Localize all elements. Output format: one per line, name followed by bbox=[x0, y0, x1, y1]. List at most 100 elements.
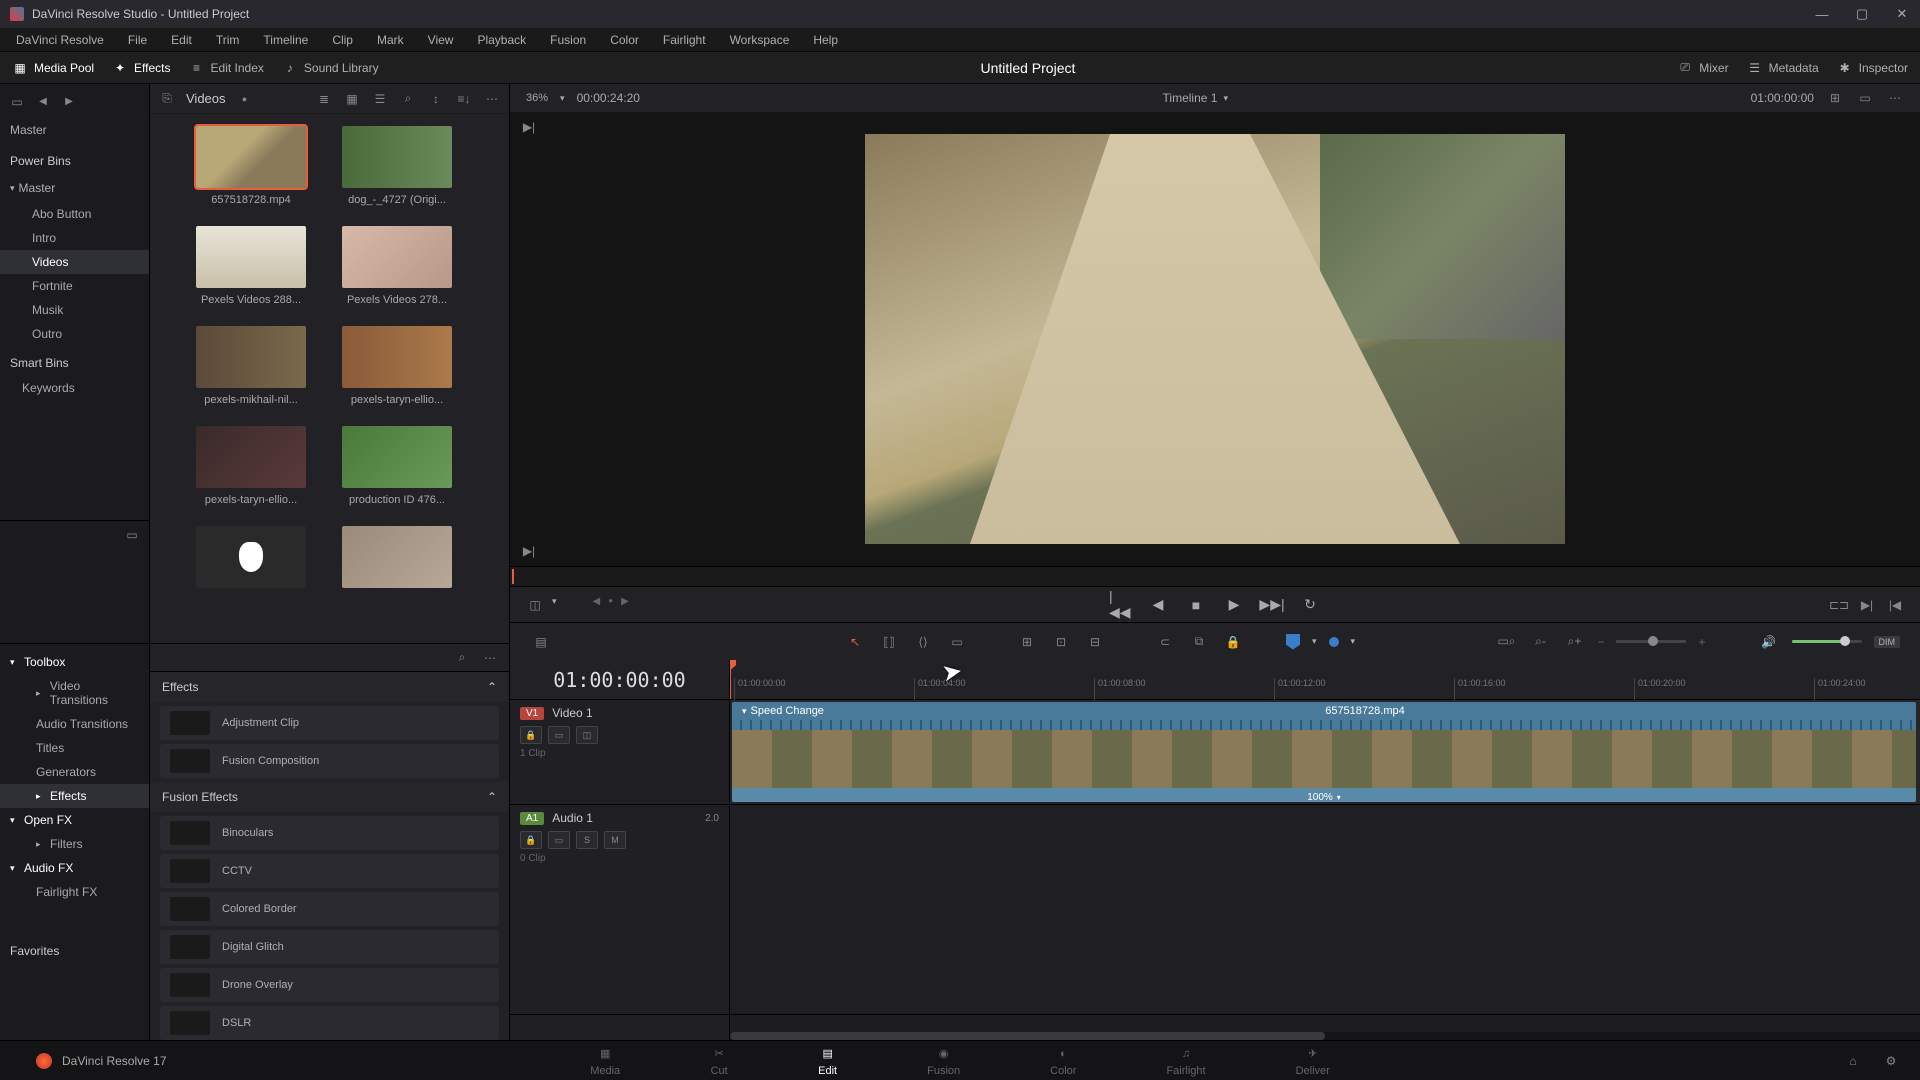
page-fusion[interactable]: ◉Fusion bbox=[927, 1045, 960, 1077]
menu-playback[interactable]: Playback bbox=[467, 31, 536, 49]
bin-options[interactable]: ● bbox=[236, 90, 254, 108]
flag-dropdown-icon[interactable]: ▾ bbox=[1312, 636, 1317, 647]
effect-item[interactable]: Digital Glitch bbox=[160, 930, 499, 964]
fx-titles[interactable]: Titles bbox=[0, 736, 149, 760]
effect-item[interactable]: Colored Border bbox=[160, 892, 499, 926]
viewer-scrubber[interactable] bbox=[510, 566, 1920, 586]
page-edit[interactable]: ▤Edit bbox=[818, 1045, 837, 1077]
viewer-opt1-icon[interactable]: ⊞ bbox=[1826, 89, 1844, 107]
loop-button[interactable]: ↻ bbox=[1299, 594, 1321, 616]
first-frame-button[interactable]: |◀◀ bbox=[1109, 594, 1131, 616]
a1-auto-select-button[interactable]: ▭ bbox=[548, 831, 570, 849]
dim-button[interactable]: DIM bbox=[1874, 636, 1901, 648]
fx-section-effects[interactable]: Effects⌃ bbox=[150, 672, 509, 702]
page-color[interactable]: ◐Color bbox=[1050, 1045, 1076, 1077]
filter-icon[interactable]: ≡↓ bbox=[455, 90, 473, 108]
page-cut[interactable]: ✂Cut bbox=[710, 1045, 728, 1077]
nav-next-edit-icon[interactable]: ▶ bbox=[621, 596, 629, 614]
effects-toggle[interactable]: ✦Effects bbox=[112, 60, 170, 76]
menu-trim[interactable]: Trim bbox=[206, 31, 250, 49]
menu-view[interactable]: View bbox=[418, 31, 464, 49]
fx-options-icon[interactable]: ⋯ bbox=[481, 649, 499, 667]
bin-item-videos[interactable]: Videos bbox=[0, 250, 149, 274]
viewer-opt2-icon[interactable]: ▭ bbox=[1856, 89, 1874, 107]
sort-icon[interactable]: ↕ bbox=[427, 90, 445, 108]
audio-track-header[interactable]: A1 Audio 1 2.0 🔒 ▭ S M 0 Clip bbox=[510, 805, 729, 1015]
thumb-view-icon[interactable]: ▦ bbox=[343, 90, 361, 108]
media-clip[interactable]: pexels-mikhail-nil... bbox=[196, 326, 306, 406]
bin-item-abo[interactable]: Abo Button bbox=[0, 202, 149, 226]
lock-tool[interactable]: 🔒 bbox=[1222, 631, 1244, 653]
viewer[interactable]: ▶| ▶| bbox=[510, 112, 1920, 566]
nav-prev-edit-icon[interactable]: ◀ bbox=[593, 596, 601, 614]
media-clip[interactable]: Pexels Videos 288... bbox=[196, 226, 306, 306]
goto-in-icon[interactable]: ▶| bbox=[1858, 596, 1876, 614]
bin-view-collapse[interactable]: ▭ bbox=[123, 526, 141, 544]
list-view-icon[interactable]: ≣ bbox=[315, 90, 333, 108]
metadata-toggle[interactable]: ☰Metadata bbox=[1747, 60, 1819, 76]
page-deliver[interactable]: ✈Deliver bbox=[1296, 1045, 1330, 1077]
media-clip[interactable] bbox=[196, 526, 306, 594]
menu-mark[interactable]: Mark bbox=[367, 31, 414, 49]
sound-library-toggle[interactable]: ♪Sound Library bbox=[282, 60, 379, 76]
power-master[interactable]: ▾Master bbox=[0, 174, 149, 202]
menu-fusion[interactable]: Fusion bbox=[540, 31, 596, 49]
bin-item-intro[interactable]: Intro bbox=[0, 226, 149, 250]
menu-workspace[interactable]: Workspace bbox=[720, 31, 800, 49]
volume-slider[interactable] bbox=[1792, 640, 1862, 643]
bin-item-outro[interactable]: Outro bbox=[0, 322, 149, 346]
bin-item-keywords[interactable]: Keywords bbox=[0, 376, 149, 400]
effect-item[interactable]: Drone Overlay bbox=[160, 968, 499, 1002]
timeline-ruler[interactable]: 01:00:00:0001:00:04:0001:00:08:0001:00:1… bbox=[730, 660, 1920, 700]
menu-timeline[interactable]: Timeline bbox=[253, 31, 318, 49]
crop-dropdown-icon[interactable]: ▾ bbox=[552, 596, 557, 614]
page-media[interactable]: ▦Media bbox=[590, 1045, 620, 1077]
fx-toolbox[interactable]: ▾Toolbox bbox=[0, 650, 149, 674]
fx-section-fusion[interactable]: Fusion Effects⌃ bbox=[150, 782, 509, 812]
media-clip[interactable] bbox=[342, 526, 452, 594]
effect-item[interactable]: Adjustment Clip bbox=[160, 706, 499, 740]
match-frame-icon[interactable]: ⊏⊐ bbox=[1830, 596, 1848, 614]
media-clip[interactable]: Pexels Videos 278... bbox=[342, 226, 452, 306]
timeline-dropdown-icon[interactable]: ▾ bbox=[1223, 93, 1228, 104]
edit-index-toggle[interactable]: ≡Edit Index bbox=[189, 60, 264, 76]
mixer-toggle[interactable]: ⎚Mixer bbox=[1677, 60, 1728, 76]
mark-in-viewer-icon[interactable]: ▶| bbox=[520, 118, 538, 136]
fx-audiofx[interactable]: ▾Audio FX bbox=[0, 856, 149, 880]
bin-view-toggle[interactable]: ▭ bbox=[8, 93, 26, 111]
viewer-options-icon[interactable]: ⋯ bbox=[1886, 89, 1904, 107]
menu-file[interactable]: File bbox=[118, 31, 157, 49]
import-icon[interactable]: ⎘ bbox=[158, 90, 176, 108]
goto-out-icon[interactable]: |◀ bbox=[1886, 596, 1904, 614]
media-pool-toggle[interactable]: ▦Media Pool bbox=[12, 60, 94, 76]
zoom-dropdown-icon[interactable]: ▾ bbox=[560, 93, 565, 104]
timeline-selector[interactable]: Timeline 1 bbox=[1163, 91, 1218, 105]
fx-filters[interactable]: ▸Filters bbox=[0, 832, 149, 856]
effect-item[interactable]: CCTV bbox=[160, 854, 499, 888]
home-icon[interactable]: ⌂ bbox=[1844, 1052, 1862, 1070]
color-dropdown-icon[interactable]: ▾ bbox=[1351, 636, 1356, 647]
menu-edit[interactable]: Edit bbox=[161, 31, 202, 49]
bin-nav-back[interactable]: ◀ bbox=[34, 93, 52, 111]
bin-master[interactable]: Master bbox=[0, 116, 149, 144]
maximize-button[interactable]: ▢ bbox=[1854, 6, 1870, 22]
menu-help[interactable]: Help bbox=[803, 31, 848, 49]
bin-item-musik[interactable]: Musik bbox=[0, 298, 149, 322]
fx-video-transitions[interactable]: ▸Video Transitions bbox=[0, 674, 149, 712]
playhead[interactable] bbox=[730, 660, 731, 699]
zoom-in-icon[interactable]: ⌕+ bbox=[1563, 631, 1585, 653]
next-frame-button[interactable]: ▶▶| bbox=[1261, 594, 1283, 616]
media-clip[interactable]: 657518728.mp4 bbox=[196, 126, 306, 206]
bin-item-fortnite[interactable]: Fortnite bbox=[0, 274, 149, 298]
stop-button[interactable]: ■ bbox=[1185, 594, 1207, 616]
a1-lock-button[interactable]: 🔒 bbox=[520, 831, 542, 849]
page-fairlight[interactable]: ♫Fairlight bbox=[1166, 1045, 1205, 1077]
audio-track-1[interactable] bbox=[730, 805, 1920, 1015]
zoom-out-icon[interactable]: ⌕- bbox=[1529, 631, 1551, 653]
play-button[interactable]: ▶ bbox=[1223, 594, 1245, 616]
effect-item[interactable]: Binoculars bbox=[160, 816, 499, 850]
menu-davinci[interactable]: DaVinci Resolve bbox=[6, 31, 114, 49]
effect-item[interactable]: Fusion Composition bbox=[160, 744, 499, 778]
a1-mute-button[interactable]: M bbox=[604, 831, 626, 849]
options-icon[interactable]: ⋯ bbox=[483, 90, 501, 108]
